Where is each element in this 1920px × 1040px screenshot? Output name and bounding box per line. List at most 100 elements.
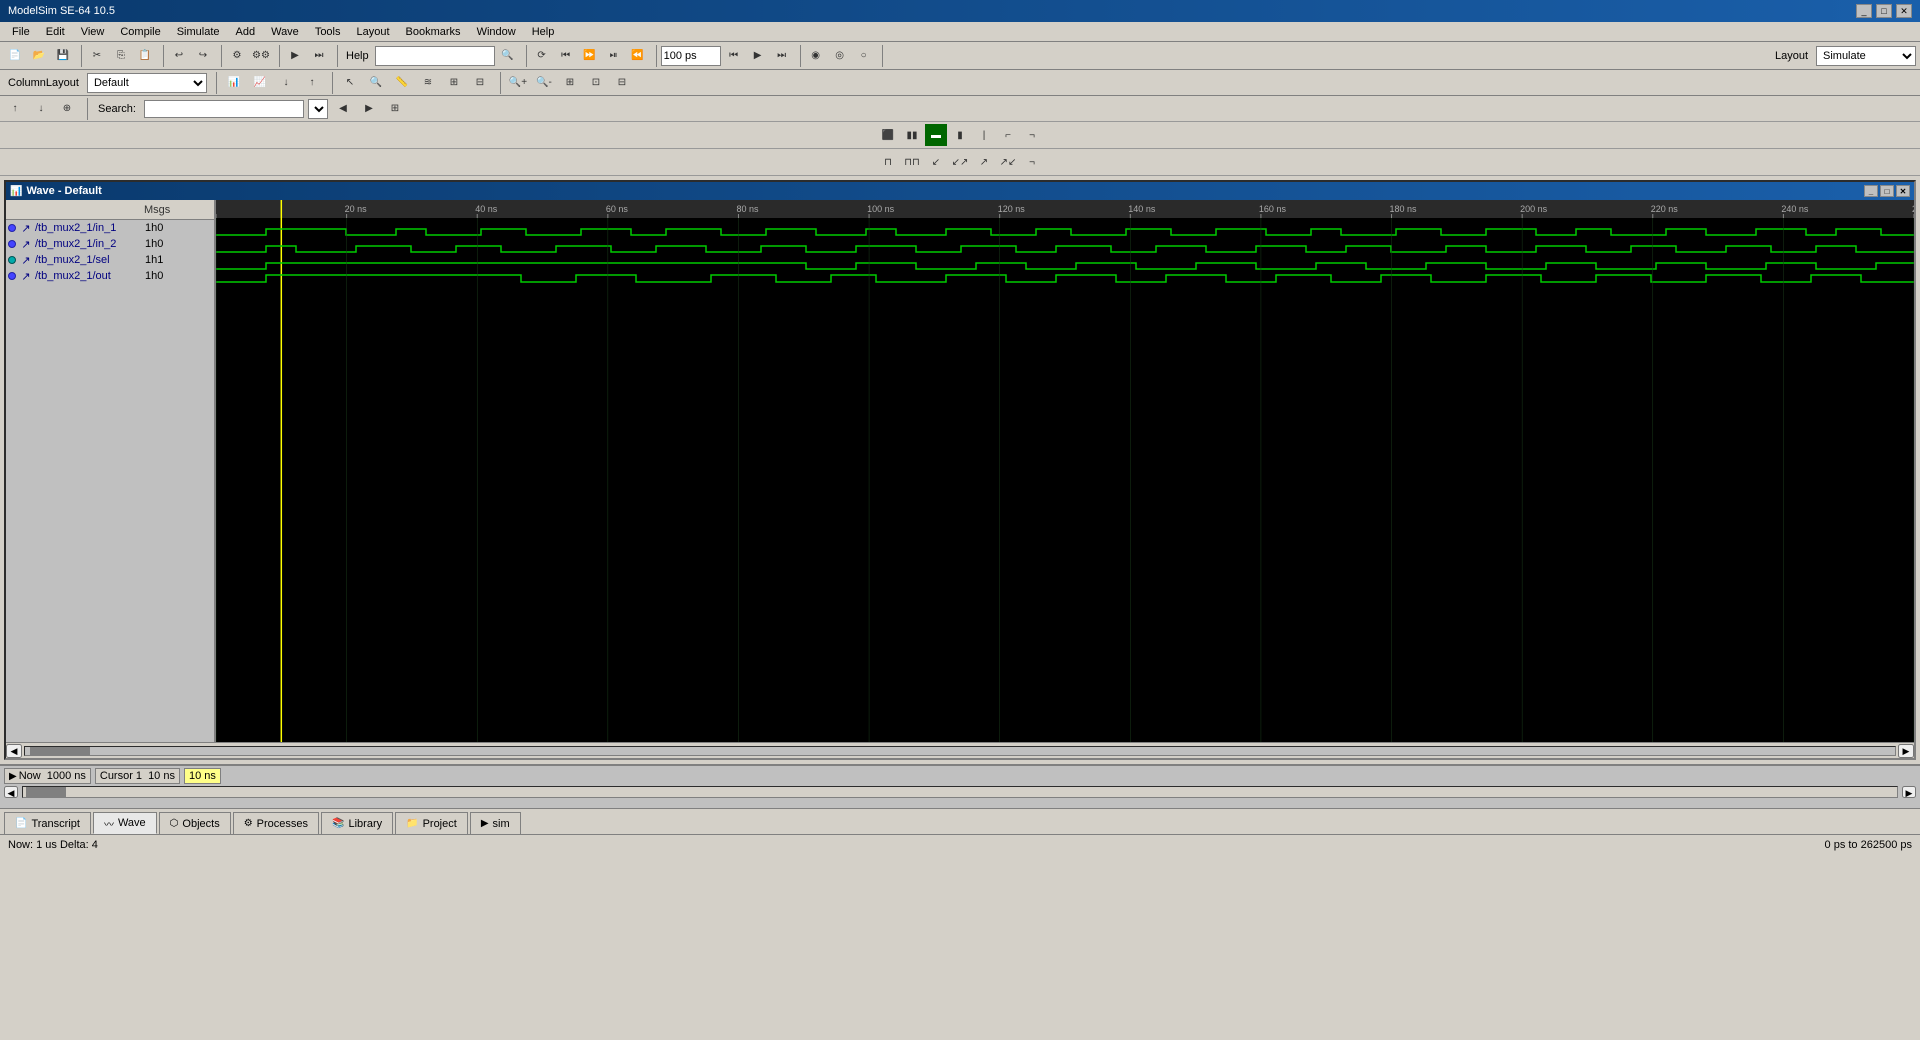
sim-ctrl-2[interactable]: ⏮ xyxy=(555,45,577,67)
search-btn-2[interactable]: ↓ xyxy=(30,98,52,120)
menu-tools[interactable]: Tools xyxy=(307,24,349,40)
search-btn-3[interactable]: ⊕ xyxy=(56,98,78,120)
hscroll-left[interactable]: ◀ xyxy=(6,744,22,758)
menu-window[interactable]: Window xyxy=(469,24,524,40)
zoom-out[interactable]: 🔍- xyxy=(533,72,555,94)
search-type-dropdown[interactable] xyxy=(308,99,328,119)
maximize-button[interactable]: □ xyxy=(1876,4,1892,18)
menu-layout[interactable]: Layout xyxy=(349,24,398,40)
wave-tool-2[interactable]: ⊞ xyxy=(443,72,465,94)
zoom-in[interactable]: 🔍+ xyxy=(507,72,529,94)
col-btn-4[interactable]: ↑ xyxy=(301,72,323,94)
signal-row-1[interactable]: ↗ /tb_mux2_1/in_1 1h0 xyxy=(6,220,214,236)
sim-ctrl-3[interactable]: ⏩ xyxy=(579,45,601,67)
sim-ctrl-4[interactable]: ⏯ xyxy=(603,45,625,67)
column-layout-dropdown[interactable]: Default xyxy=(87,73,207,93)
tab-objects[interactable]: ⬡ Objects xyxy=(159,812,231,834)
zoom-tool[interactable]: 🔍 xyxy=(365,72,387,94)
wave-center-3[interactable]: ▬ xyxy=(925,124,947,146)
wf-2[interactable]: ⊓⊓ xyxy=(901,151,923,173)
col-btn-1[interactable]: 📊 xyxy=(223,72,245,94)
minimize-button[interactable]: _ xyxy=(1856,4,1872,18)
time-btn-3[interactable]: ⏭ xyxy=(771,45,793,67)
wave-canvas-area[interactable]: 20 ns40 ns60 ns80 ns100 ns120 ns140 ns16… xyxy=(216,200,1914,742)
hscroll-track[interactable] xyxy=(24,746,1896,756)
close-button[interactable]: ✕ xyxy=(1896,4,1912,18)
signal-row-3[interactable]: ↗ /tb_mux2_1/sel 1h1 xyxy=(6,252,214,268)
menu-wave[interactable]: Wave xyxy=(263,24,307,40)
paste-button[interactable]: 📋 xyxy=(134,45,156,67)
zoom-sel[interactable]: ⊡ xyxy=(585,72,607,94)
time-input[interactable] xyxy=(661,46,721,66)
pointer-tool[interactable]: ↖ xyxy=(339,72,361,94)
save-button[interactable]: 💾 xyxy=(52,45,74,67)
menu-compile[interactable]: Compile xyxy=(112,24,168,40)
col-btn-3[interactable]: ↓ xyxy=(275,72,297,94)
menu-simulate[interactable]: Simulate xyxy=(169,24,228,40)
tab-transcript[interactable]: 📄 Transcript xyxy=(4,812,91,834)
tab-library[interactable]: 📚 Library xyxy=(321,812,393,834)
wave-maximize-button[interactable]: □ xyxy=(1880,185,1894,197)
tab-processes[interactable]: ⚙ Processes xyxy=(233,812,319,834)
tab-sim[interactable]: ▶ sim xyxy=(470,812,521,834)
wave-tool-3[interactable]: ⊟ xyxy=(469,72,491,94)
layout-dropdown[interactable]: Simulate Debug Default xyxy=(1816,46,1916,66)
signal-row-2[interactable]: ↗ /tb_mux2_1/in_2 1h0 xyxy=(6,236,214,252)
open-button[interactable]: 📂 xyxy=(28,45,50,67)
undo-button[interactable]: ↩ xyxy=(168,45,190,67)
new-button[interactable]: 📄 xyxy=(4,45,26,67)
extra-1[interactable]: ◉ xyxy=(805,45,827,67)
menu-file[interactable]: File xyxy=(4,24,38,40)
help-search-button[interactable]: 🔍 xyxy=(497,45,519,67)
wave-center-7[interactable]: ¬ xyxy=(1021,124,1043,146)
wave-center-4[interactable]: ▮ xyxy=(949,124,971,146)
menu-bookmarks[interactable]: Bookmarks xyxy=(398,24,469,40)
redo-button[interactable]: ↪ xyxy=(192,45,214,67)
compile-button[interactable]: ⚙ xyxy=(226,45,248,67)
hscroll-right[interactable]: ▶ xyxy=(1898,744,1914,758)
time-btn-1[interactable]: ⏮ xyxy=(723,45,745,67)
search-btn-1[interactable]: ↑ xyxy=(4,98,26,120)
wf-5[interactable]: ↗ xyxy=(973,151,995,173)
menu-view[interactable]: View xyxy=(73,24,113,40)
wf-4[interactable]: ↙↗ xyxy=(949,151,971,173)
wf-7[interactable]: ¬ xyxy=(1021,151,1043,173)
extra-3[interactable]: ○ xyxy=(853,45,875,67)
wf-3[interactable]: ↙ xyxy=(925,151,947,173)
tab-project[interactable]: 📁 Project xyxy=(395,812,468,834)
wave-close-button[interactable]: ✕ xyxy=(1896,185,1910,197)
bottom-scrollbar-track[interactable] xyxy=(22,786,1898,798)
wave-center-5[interactable]: | xyxy=(973,124,995,146)
wave-center-6[interactable]: ⌐ xyxy=(997,124,1019,146)
sim-step-button[interactable]: ⏭ xyxy=(308,45,330,67)
time-btn-2[interactable]: ▶ xyxy=(747,45,769,67)
search-go-1[interactable]: ◀ xyxy=(332,98,354,120)
sim-ctrl-5[interactable]: ⏪ xyxy=(627,45,649,67)
zoom-full[interactable]: ⊟ xyxy=(611,72,633,94)
menu-help[interactable]: Help xyxy=(524,24,563,40)
vscroll-up[interactable]: ◀ xyxy=(4,786,18,798)
cut-button[interactable]: ✂ xyxy=(86,45,108,67)
vscroll-down[interactable]: ▶ xyxy=(1902,786,1916,798)
wf-6[interactable]: ↗↙ xyxy=(997,151,1019,173)
zoom-fit[interactable]: ⊞ xyxy=(559,72,581,94)
search-go-3[interactable]: ⊞ xyxy=(384,98,406,120)
help-input[interactable] xyxy=(375,46,495,66)
wave-center-1[interactable]: ⬛ xyxy=(877,124,899,146)
menu-add[interactable]: Add xyxy=(228,24,264,40)
extra-2[interactable]: ◎ xyxy=(829,45,851,67)
sim-ctrl-1[interactable]: ⟳ xyxy=(531,45,553,67)
bottom-scrollbar-thumb[interactable] xyxy=(26,787,66,797)
measure-tool[interactable]: 📏 xyxy=(391,72,413,94)
wave-center-2[interactable]: ▮▮ xyxy=(901,124,923,146)
compile-all-button[interactable]: ⚙⚙ xyxy=(250,45,272,67)
hscroll-thumb[interactable] xyxy=(30,747,90,755)
tab-wave[interactable]: 〰 Wave xyxy=(93,812,157,834)
wave-hscroll[interactable]: ◀ ▶ xyxy=(6,742,1914,758)
copy-button[interactable]: ⎘ xyxy=(110,45,132,67)
menu-edit[interactable]: Edit xyxy=(38,24,73,40)
signal-row-4[interactable]: ↗ /tb_mux2_1/out 1h0 xyxy=(6,268,214,284)
col-btn-2[interactable]: 📈 xyxy=(249,72,271,94)
wave-minimize-button[interactable]: _ xyxy=(1864,185,1878,197)
wf-1[interactable]: ⊓ xyxy=(877,151,899,173)
